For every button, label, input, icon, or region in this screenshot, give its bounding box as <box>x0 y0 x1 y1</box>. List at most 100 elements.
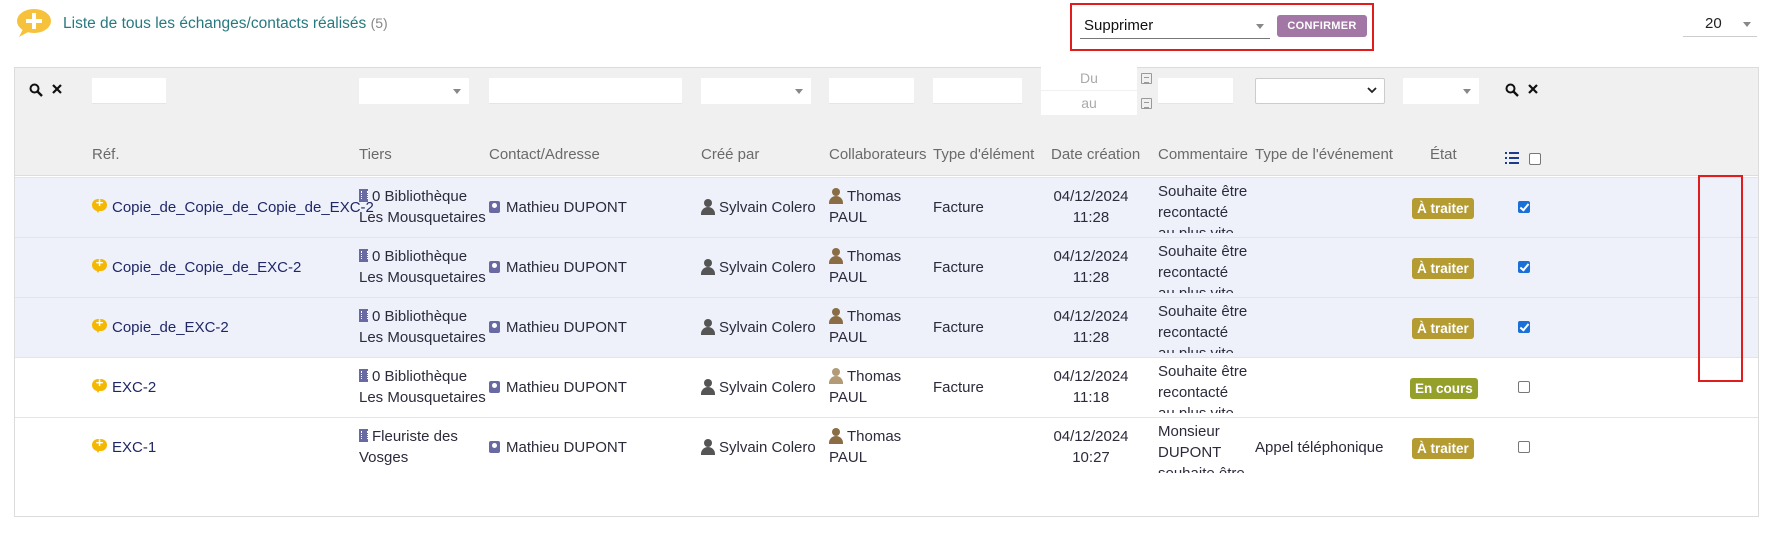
contact-link[interactable]: Mathieu DUPONT <box>489 197 627 218</box>
close-icon[interactable] <box>49 83 65 99</box>
ref-filter-input[interactable] <box>92 78 166 104</box>
tiers-link[interactable]: 0 Bibliothèque Les Mousquetaires <box>359 186 486 228</box>
ref-link[interactable]: EXC-1 <box>112 437 156 458</box>
calendar-icon[interactable] <box>1141 98 1152 109</box>
table-row[interactable]: Copie_de_Copie_de_EXC-2 0 Bibliothèque L… <box>15 237 1758 297</box>
event-type-filter-select[interactable] <box>1255 78 1385 104</box>
element-type: Facture <box>933 259 984 276</box>
collaborator-link[interactable]: Thomas PAUL <box>829 366 901 408</box>
column-header-event-type[interactable]: Type de l'événement <box>1255 146 1393 163</box>
comment-filter-input[interactable] <box>1158 78 1233 104</box>
table-row[interactable]: Copie_de_Copie_de_Copie_de_EXC-2 0 Bibli… <box>15 177 1758 237</box>
ref-link[interactable]: Copie_de_Copie_de_EXC-2 <box>112 257 301 278</box>
date-to-input[interactable]: au <box>1041 91 1137 115</box>
created-by-link[interactable]: Sylvain Colero <box>701 437 816 458</box>
row-checkbox[interactable] <box>1518 441 1530 453</box>
date-from-input[interactable]: Du <box>1041 66 1137 90</box>
state-filter-select[interactable] <box>1403 78 1479 104</box>
tiers-link[interactable]: 0 Bibliothèque Les Mousquetaires <box>359 246 486 288</box>
ref-link[interactable]: Copie_de_EXC-2 <box>112 317 229 338</box>
chevron-down-icon <box>453 89 461 94</box>
contact-link[interactable]: Mathieu DUPONT <box>489 317 627 338</box>
user-icon <box>829 368 843 384</box>
user-icon <box>829 308 843 324</box>
tiers-name-line1: 0 Bibliothèque <box>372 368 468 385</box>
ref-link[interactable]: Copie_de_Copie_de_Copie_de_EXC-2 <box>112 197 374 218</box>
row-checkbox[interactable] <box>1518 261 1530 273</box>
column-header-comment[interactable]: Commentaire <box>1158 146 1248 163</box>
column-header-element-type[interactable]: Type d'élément <box>933 146 1034 163</box>
comment-line: DUPONT <box>1158 444 1222 461</box>
select-all-checkbox[interactable] <box>1529 153 1541 165</box>
contact-link[interactable]: Mathieu DUPONT <box>489 377 627 398</box>
collaborator-link[interactable]: Thomas PAUL <box>829 246 901 288</box>
collaborator-link[interactable]: Thomas PAUL <box>829 186 901 228</box>
table-row[interactable]: EXC-1 Fleuriste des Vosges Mathieu DUPON… <box>15 417 1758 477</box>
element-type: Facture <box>933 319 984 336</box>
tiers-filter-select[interactable] <box>359 78 469 104</box>
collaborator-link[interactable]: Thomas PAUL <box>829 306 901 348</box>
collaborator-first-name: Thomas <box>847 368 902 385</box>
table-row[interactable]: Copie_de_EXC-2 0 Bibliothèque Les Mousqu… <box>15 297 1758 357</box>
created-by-link[interactable]: Sylvain Colero <box>701 317 816 338</box>
row-checkbox[interactable] <box>1518 321 1530 333</box>
column-header-contact[interactable]: Contact/Adresse <box>489 146 600 163</box>
tiers-name-line2: Vosges <box>359 449 409 466</box>
collaborator-last-name: PAUL <box>829 449 868 466</box>
column-header-state[interactable]: État <box>1430 146 1457 163</box>
column-header-collaborators[interactable]: Collaborateurs <box>829 146 927 163</box>
search-icon[interactable] <box>28 83 44 99</box>
date-value: 04/12/2024 <box>1053 248 1129 265</box>
table-row[interactable]: EXC-2 0 Bibliothèque Les Mousquetaires M… <box>15 357 1758 417</box>
chevron-down-icon <box>1463 89 1471 94</box>
row-checkbox[interactable] <box>1518 381 1530 393</box>
contact-filter-input[interactable] <box>489 78 682 104</box>
user-icon <box>829 248 843 264</box>
ref-link[interactable]: EXC-2 <box>112 377 156 398</box>
created-by-filter-select[interactable] <box>701 78 811 104</box>
status-badge: À traiter <box>1412 438 1474 459</box>
column-header-date-created[interactable]: Date création <box>1051 146 1140 163</box>
column-header-tiers[interactable]: Tiers <box>359 146 392 163</box>
contact-link[interactable]: Mathieu DUPONT <box>489 437 627 458</box>
list-icon[interactable] <box>1505 152 1519 164</box>
contact-card-icon <box>489 441 500 453</box>
date-created: 04/12/2024 11:28 <box>1051 186 1131 228</box>
user-icon <box>701 199 715 215</box>
comment-line: Souhaite être <box>1158 243 1248 260</box>
mass-action-select[interactable]: Supprimer <box>1080 15 1270 39</box>
tiers-link[interactable]: 0 Bibliothèque Les Mousquetaires <box>359 366 486 408</box>
column-header-ref[interactable]: Réf. <box>92 146 120 163</box>
created-by-link[interactable]: Sylvain Colero <box>701 197 816 218</box>
date-value: 04/12/2024 <box>1053 428 1129 445</box>
row-checkbox[interactable] <box>1518 201 1530 213</box>
calendar-icon[interactable] <box>1141 73 1152 84</box>
add-event-bubble-icon <box>17 9 51 37</box>
collaborator-first-name: Thomas <box>847 308 902 325</box>
collaborators-filter-input[interactable] <box>829 78 914 104</box>
collaborator-link[interactable]: Thomas PAUL <box>829 426 901 468</box>
close-icon[interactable] <box>1525 83 1541 99</box>
confirm-button[interactable]: CONFIRMER <box>1277 15 1367 37</box>
tiers-link[interactable]: Fleuriste des Vosges <box>359 426 458 468</box>
element-type-filter-input[interactable] <box>933 78 1022 104</box>
tiers-name-line2: Les Mousquetaires <box>359 389 486 406</box>
comment-line: recontacté <box>1158 264 1229 281</box>
created-by-link[interactable]: Sylvain Colero <box>701 257 816 278</box>
comment-line: recontacté <box>1158 204 1229 221</box>
time-value: 11:28 <box>1072 329 1110 346</box>
tiers-link[interactable]: 0 Bibliothèque Les Mousquetaires <box>359 306 486 348</box>
date-created: 04/12/2024 10:27 <box>1051 426 1131 468</box>
page-limit-select[interactable]: 20 <box>1683 13 1757 37</box>
collaborator-last-name: PAUL <box>829 389 868 406</box>
created-by-link[interactable]: Sylvain Colero <box>701 377 816 398</box>
column-header-created-by[interactable]: Créé par <box>701 146 759 163</box>
collaborator-first-name: Thomas <box>847 248 902 265</box>
search-icon[interactable] <box>1504 83 1520 99</box>
date-created: 04/12/2024 11:28 <box>1051 306 1131 348</box>
top-bar: Liste de tous les échanges/contacts réal… <box>0 0 1773 60</box>
mass-action-box: Supprimer CONFIRMER <box>1070 3 1374 51</box>
contact-link[interactable]: Mathieu DUPONT <box>489 257 627 278</box>
contact-name: Mathieu DUPONT <box>506 379 627 396</box>
page-title: Liste de tous les échanges/contacts réal… <box>63 15 388 33</box>
